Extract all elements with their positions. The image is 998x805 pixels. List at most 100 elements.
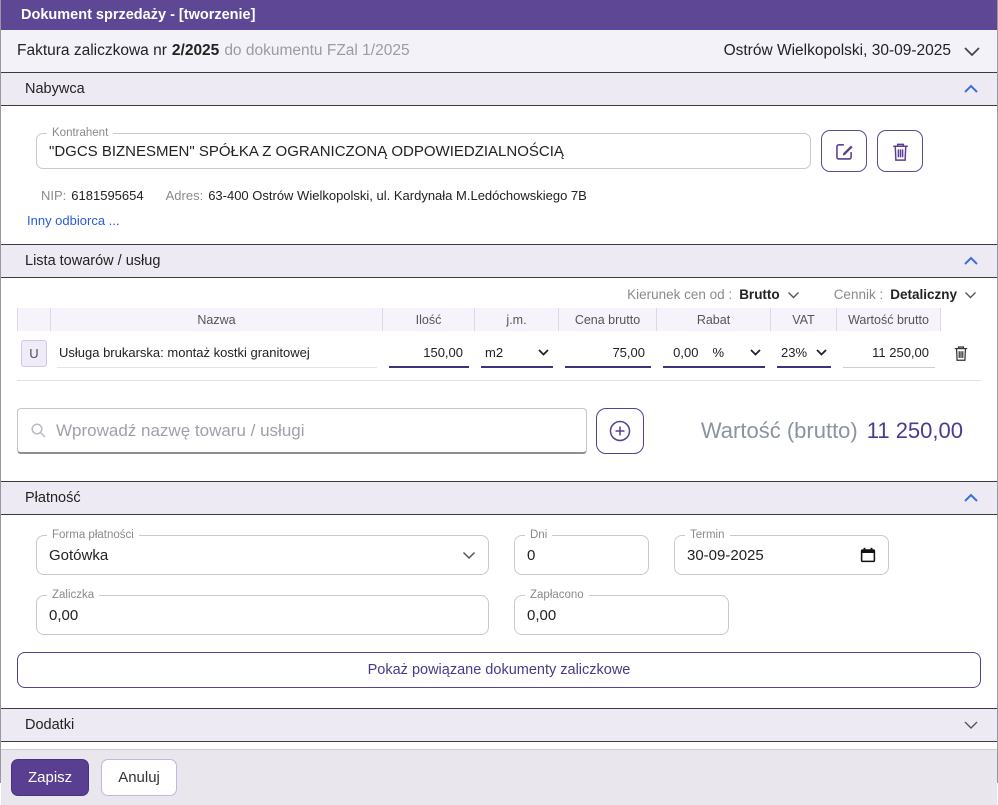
place-date-dropdown[interactable]: Ostrów Wielkopolski, 30-09-2025 [724,42,981,60]
items-table: Nazwa Ilość j.m. Cena brutto Rabat VAT W… [17,308,981,381]
edit-contractor-button[interactable] [821,130,867,172]
cancel-button[interactable]: Anuluj [101,759,177,796]
total-value: 11 250,00 [866,418,963,443]
due-date-field[interactable]: Termin 30-09-2025 [674,528,889,575]
item-vat-cell[interactable]: 23% [771,338,837,368]
item-unit-select[interactable]: m2 [481,338,553,368]
document-header: Faktura zaliczkowa nr 2/2025 do dokument… [1,30,997,72]
price-direction-select[interactable]: Kierunek cen od : Brutto [627,287,800,302]
trash-icon [953,344,969,362]
item-vat-value: 23% [781,344,808,360]
window-title-bar: Dokument sprzedaży - [tworzenie] [1,0,997,30]
payment-section-body: Forma płatności Gotówka Dni 0 Termin 30-… [1,528,997,708]
chevron-down-icon [816,348,827,356]
due-date-value: 30-09-2025 [687,546,764,564]
col-header-type [17,308,51,331]
col-header-quantity: Ilość [383,308,475,331]
col-header-discount: Rabat [657,308,771,331]
payment-form-label: Forma płatności [47,528,139,542]
paid-value: 0,00 [527,606,557,624]
item-type-cell: U [17,339,51,367]
buyer-section-body: Kontrahent "DGCS BIZNESMEN" SPÓŁKA Z OGR… [1,126,997,244]
col-header-gross-value: Wartość brutto [837,308,941,331]
chevron-down-icon [787,291,800,299]
section-header-payment[interactable]: Płatność [1,481,997,515]
search-placeholder: Wprowadź nazwę towaru / usługi [56,420,305,440]
section-title-items: Lista towarów / usług [25,253,161,269]
days-label: Dni [525,528,553,542]
save-button[interactable]: Zapisz [11,759,90,796]
items-section-body: Kierunek cen od : Brutto Cennik : Detali… [1,287,997,481]
item-gross-value: 11 250,00 [843,338,935,368]
price-direction-value: Brutto [739,287,780,302]
calendar-icon[interactable] [860,547,876,563]
item-discount-unit-value: % [712,344,724,360]
section-header-buyer[interactable]: Nabywca [1,72,997,106]
price-list-value: Detaliczny [890,287,957,302]
table-row-separator [17,380,981,381]
document-number: 2/2025 [171,42,220,59]
item-unit-cell[interactable]: m2 [475,338,559,368]
other-recipient-link[interactable]: Inny odbiorca ... [27,213,120,228]
window-title: Dokument sprzedaży - [tworzenie] [21,7,256,23]
advance-field[interactable]: Zaliczka 0,00 [36,588,489,635]
chevron-down-icon [964,291,977,299]
chevron-down-icon [462,551,476,560]
payment-form-value: Gotówka [49,546,109,564]
section-title-extras: Dodatki [25,717,75,733]
advance-label: Zaliczka [47,588,100,602]
chevron-down-icon [963,46,981,57]
plus-circle-icon [607,418,633,444]
item-gross-value-cell: 11 250,00 [837,338,941,368]
show-related-advance-documents-button[interactable]: Pokaż powiązane dokumenty zaliczkowe [17,652,981,688]
document-type-label: Faktura zaliczkowa nr [17,42,167,59]
days-field[interactable]: Dni 0 [514,528,649,575]
section-header-items[interactable]: Lista towarów / usług [1,244,997,278]
contractor-label: Kontrahent [47,126,114,140]
item-gross-price-input[interactable]: 75,00 [565,338,651,368]
chevron-up-icon [963,256,979,266]
chevron-down-icon [538,348,549,356]
chevron-down-icon[interactable] [750,348,761,356]
section-title-buyer: Nabywca [25,81,85,97]
nip-label: NIP: [41,188,67,203]
col-header-actions [941,308,981,331]
product-search-input[interactable]: Wprowadź nazwę towaru / usługi [17,408,587,454]
add-item-button[interactable] [596,408,644,454]
items-table-header: Nazwa Ilość j.m. Cena brutto Rabat VAT W… [17,308,981,331]
delete-item-button[interactable] [941,344,981,362]
days-value: 0 [527,546,536,564]
paid-field[interactable]: Zapłacono 0,00 [514,588,729,635]
item-type-badge: U [21,339,47,367]
item-name-cell[interactable]: Usługa brukarska: montaż kostki granitow… [51,338,383,368]
due-date-label: Termin [685,528,730,542]
document-reference: do dokumentu FZal 1/2025 [224,42,410,59]
contractor-field[interactable]: Kontrahent "DGCS BIZNESMEN" SPÓŁKA Z OGR… [36,126,811,169]
payment-form-select[interactable]: Forma płatności Gotówka [36,528,489,575]
col-header-gross-price: Cena brutto [559,308,657,331]
item-vat-select[interactable]: 23% [777,338,831,368]
item-discount-cell[interactable]: 0,00 % [657,338,771,368]
chevron-up-icon [963,84,979,94]
item-gross-price-cell[interactable]: 75,00 [559,338,657,368]
contractor-details: NIP: 6181595654 Adres: 63-400 Ostrów Wie… [41,188,981,203]
chevron-up-icon [963,493,979,503]
trash-icon [891,141,910,162]
edit-icon [834,141,855,162]
delete-contractor-button[interactable] [877,130,923,172]
item-discount-input[interactable]: 0,00 [667,345,712,360]
price-list-select[interactable]: Cennik : Detaliczny [834,287,977,302]
address-value: 63-400 Ostrów Wielkopolski, ul. Kardynał… [208,188,587,203]
table-row: U Usługa brukarska: montaż kostki granit… [17,334,981,372]
section-header-extras[interactable]: Dodatki [1,708,997,742]
price-list-label: Cennik : [833,287,884,302]
paid-label: Zapłacono [525,588,589,602]
document-total: Wartość (brutto) 11 250,00 [701,418,981,444]
item-unit-value: m2 [485,344,504,360]
col-header-vat: VAT [771,308,837,331]
place-date-text: Ostrów Wielkopolski, 30-09-2025 [723,42,951,59]
section-title-payment: Płatność [25,490,81,506]
item-quantity-cell[interactable]: 150,00 [383,338,475,368]
advance-value: 0,00 [49,606,79,624]
item-quantity-input[interactable]: 150,00 [389,338,469,368]
